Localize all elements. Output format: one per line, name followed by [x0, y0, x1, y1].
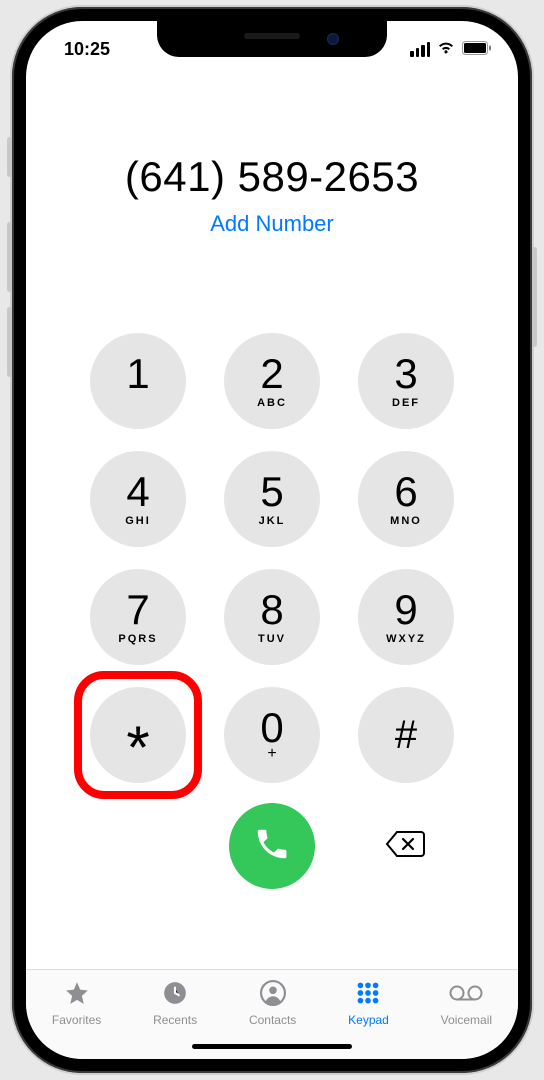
tab-label: Favorites: [52, 1013, 101, 1027]
key-3[interactable]: 3 DEF: [358, 333, 454, 429]
tab-voicemail[interactable]: Voicemail: [441, 980, 492, 1027]
key-2[interactable]: 2 ABC: [224, 333, 320, 429]
delete-button[interactable]: [358, 829, 454, 864]
add-number-button[interactable]: Add Number: [26, 211, 518, 237]
tab-contacts[interactable]: Contacts: [249, 980, 296, 1027]
tab-label: Contacts: [249, 1013, 296, 1027]
key-9[interactable]: 9 WXYZ: [358, 569, 454, 665]
home-indicator[interactable]: [192, 1044, 352, 1049]
key-hash[interactable]: #: [358, 687, 454, 783]
tab-keypad[interactable]: Keypad: [348, 980, 389, 1027]
star-icon: [63, 980, 91, 1009]
tab-label: Voicemail: [441, 1013, 492, 1027]
keypad-icon: [355, 980, 381, 1009]
tab-label: Recents: [153, 1013, 197, 1027]
voicemail-icon: [449, 980, 483, 1009]
person-icon: [260, 980, 286, 1009]
phone-icon: [253, 825, 291, 868]
clock-icon: [162, 980, 188, 1009]
dialed-number: (641) 589-2653: [26, 153, 518, 201]
tab-recents[interactable]: Recents: [153, 980, 197, 1027]
key-7[interactable]: 7 PQRS: [90, 569, 186, 665]
key-0[interactable]: 0 +: [224, 687, 320, 783]
key-5[interactable]: 5 JKL: [224, 451, 320, 547]
key-star[interactable]: *: [90, 687, 186, 783]
key-4[interactable]: 4 GHI: [90, 451, 186, 547]
call-button[interactable]: [229, 803, 315, 889]
backspace-icon: [385, 829, 427, 864]
tab-label: Keypad: [348, 1013, 389, 1027]
keypad: 1 2 ABC 3 DEF 4 GHI 5 JKL: [26, 333, 518, 783]
notch: [157, 21, 387, 57]
tab-favorites[interactable]: Favorites: [52, 980, 101, 1027]
key-8[interactable]: 8 TUV: [224, 569, 320, 665]
key-6[interactable]: 6 MNO: [358, 451, 454, 547]
key-1[interactable]: 1: [90, 333, 186, 429]
